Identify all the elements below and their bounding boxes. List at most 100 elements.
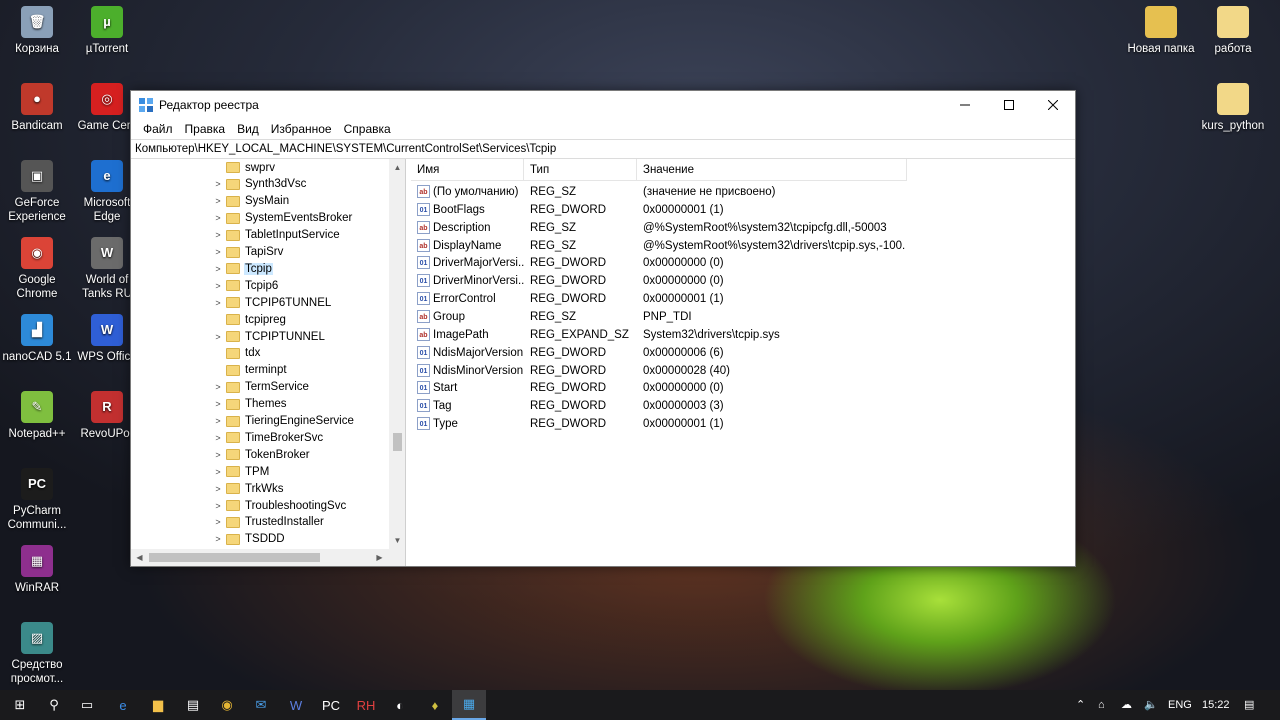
scroll-thumb[interactable] (149, 553, 320, 562)
tree-item[interactable]: > TabletInputService (131, 227, 389, 244)
expand-chevron-icon[interactable]: > (213, 382, 223, 392)
tree-horizontal-scrollbar[interactable]: ◀ ▶ (131, 549, 405, 566)
store-taskbar-icon[interactable]: ▤ (176, 690, 210, 720)
start-button[interactable]: ⊞ (3, 690, 37, 720)
steam-taskbar-icon[interactable]: ◐ (383, 690, 417, 720)
scroll-down-icon[interactable]: ▼ (389, 532, 405, 549)
expand-chevron-icon[interactable]: > (213, 517, 223, 527)
tree-item[interactable]: > Synth3dVsc (131, 176, 389, 193)
tray-expand-icon[interactable]: ⌃ (1076, 690, 1090, 720)
app-taskbar-icon[interactable]: ♦ (418, 690, 452, 720)
menu-edit[interactable]: Правка (179, 122, 232, 136)
value-row[interactable]: ab DisplayName REG_SZ @%SystemRoot%\system3… (411, 237, 1071, 255)
cloud-icon[interactable]: ☁ (1121, 690, 1137, 720)
expand-chevron-icon[interactable]: > (213, 534, 223, 544)
value-row[interactable]: 01 BootFlags REG_DWORD 0x00000001 (1) (411, 201, 1071, 219)
expand-chevron-icon[interactable]: > (213, 332, 223, 342)
expand-chevron-icon[interactable]: > (213, 399, 223, 409)
expand-chevron-icon[interactable]: > (213, 433, 223, 443)
value-row[interactable]: 01 Tag REG_DWORD 0x00000003 (3) (411, 397, 1071, 415)
clock[interactable]: 15:22 (1202, 690, 1232, 720)
desktop-item[interactable]: ◉ Google Chrome (0, 237, 74, 301)
scroll-thumb[interactable] (393, 433, 402, 451)
expand-chevron-icon[interactable]: > (213, 179, 223, 189)
column-name[interactable]: Имя (411, 159, 524, 181)
tree-vertical-scrollbar[interactable]: ▲ ▼ (389, 159, 405, 549)
value-row[interactable]: 01 ErrorControl REG_DWORD 0x00000001 (1) (411, 290, 1071, 308)
value-row[interactable]: ab ImagePath REG_EXPAND_SZ System32\drivers… (411, 326, 1071, 344)
mail-taskbar-icon[interactable]: ✉ (244, 690, 278, 720)
title-bar[interactable]: Редактор реестра (131, 91, 1075, 119)
language-indicator[interactable]: ENG (1168, 690, 1194, 720)
desktop-item[interactable]: 🗑 Корзина (0, 6, 74, 56)
expand-chevron-icon[interactable]: > (213, 298, 223, 308)
column-value[interactable]: Значение (637, 159, 907, 181)
desktop-item[interactable]: ▣ GeForce Experience (0, 160, 74, 224)
tree-item[interactable]: > TCPIP6TUNNEL (131, 294, 389, 311)
tree-item[interactable]: > TieringEngineService (131, 413, 389, 430)
tree-item[interactable]: > TapiSrv (131, 244, 389, 261)
value-row[interactable]: 01 NdisMinorVersion REG_DWORD 0x00000028 (4… (411, 362, 1071, 380)
tree-item[interactable]: > TCPIPTUNNEL (131, 328, 389, 345)
value-row[interactable]: ab Group REG_SZ PNP_TDI (411, 308, 1071, 326)
notifications-icon[interactable]: ▤ (1244, 690, 1260, 720)
value-row[interactable]: 01 NdisMajorVersion REG_DWORD 0x00000006 (6… (411, 344, 1071, 362)
tree-item[interactable]: > Tcpip6 (131, 277, 389, 294)
tree-item[interactable]: terminpt (131, 362, 389, 379)
desktop-item[interactable]: Новая папка (1124, 6, 1198, 56)
volume-icon[interactable]: 🔈 (1144, 690, 1160, 720)
value-row[interactable]: ab Description REG_SZ @%SystemRoot%\system3… (411, 219, 1071, 237)
task-view-icon[interactable]: ▭ (70, 690, 104, 720)
close-button[interactable] (1031, 91, 1075, 119)
tree-item[interactable]: > TermService (131, 379, 389, 396)
edge-taskbar-icon[interactable]: e (106, 690, 140, 720)
menu-view[interactable]: Вид (231, 122, 265, 136)
wps-taskbar-icon[interactable]: W (279, 690, 313, 720)
tree-item[interactable]: > SysMain (131, 193, 389, 210)
expand-chevron-icon[interactable]: > (213, 196, 223, 206)
value-row[interactable]: 01 Start REG_DWORD 0x00000000 (0) (411, 379, 1071, 397)
column-type[interactable]: Тип (524, 159, 637, 181)
expand-chevron-icon[interactable]: > (213, 213, 223, 223)
desktop-item[interactable]: ▨ Средство просмот... (0, 622, 74, 686)
tree-item[interactable]: > Themes (131, 396, 389, 413)
menu-help[interactable]: Справка (338, 122, 397, 136)
desktop-item[interactable]: ▦ WinRAR (0, 545, 74, 595)
expand-chevron-icon[interactable]: > (213, 501, 223, 511)
desktop-item[interactable]: kurs_python (1196, 83, 1270, 133)
tree-item[interactable]: > TrustedInstaller (131, 514, 389, 531)
tree-item[interactable]: tcpipreg (131, 311, 389, 328)
chrome-taskbar-icon[interactable]: ◉ (210, 690, 244, 720)
tree-item[interactable]: > TPM (131, 463, 389, 480)
expand-chevron-icon[interactable]: > (213, 281, 223, 291)
desktop-item[interactable]: ● Bandicam (0, 83, 74, 133)
expand-chevron-icon[interactable]: > (213, 416, 223, 426)
address-bar[interactable]: Компьютер\HKEY_LOCAL_MACHINE\SYSTEM\Curr… (131, 139, 1075, 159)
value-row[interactable]: 01 DriverMajorVersi... REG_DWORD 0x00000000… (411, 254, 1071, 272)
tree-item[interactable]: > SystemEventsBroker (131, 210, 389, 227)
value-row[interactable]: ab (По умолчанию) REG_SZ (значение не присв… (411, 183, 1071, 201)
pycharm-taskbar-icon[interactable]: PC (314, 690, 348, 720)
search-icon[interactable]: ⚲ (37, 690, 71, 720)
expand-chevron-icon[interactable]: > (213, 247, 223, 257)
explorer-taskbar-icon[interactable]: ▆ (141, 690, 175, 720)
maximize-button[interactable] (987, 91, 1031, 119)
tree-item[interactable]: > TokenBroker (131, 446, 389, 463)
desktop-item[interactable]: работа (1196, 6, 1270, 56)
tree-item[interactable]: > TrkWks (131, 480, 389, 497)
regedit-taskbar-icon[interactable]: ▦ (452, 690, 486, 720)
value-row[interactable]: 01 DriverMinorVersi... REG_DWORD 0x00000000… (411, 272, 1071, 290)
expand-chevron-icon[interactable]: > (213, 467, 223, 477)
expand-chevron-icon[interactable]: > (213, 484, 223, 494)
minimize-button[interactable] (943, 91, 987, 119)
expand-chevron-icon[interactable]: > (213, 230, 223, 240)
network-icon[interactable]: ⌂ (1098, 690, 1114, 720)
expand-chevron-icon[interactable]: > (213, 264, 223, 274)
menu-file[interactable]: Файл (137, 122, 179, 136)
tree-item[interactable]: swprv (131, 159, 389, 176)
desktop-item[interactable]: ▟ nanoCAD 5.1 (0, 314, 74, 364)
value-row[interactable]: 01 Type REG_DWORD 0x00000001 (1) (411, 415, 1071, 433)
rh-taskbar-icon[interactable]: RH (349, 690, 383, 720)
tree-item[interactable]: > TimeBrokerSvc (131, 429, 389, 446)
scroll-up-icon[interactable]: ▲ (389, 159, 405, 176)
